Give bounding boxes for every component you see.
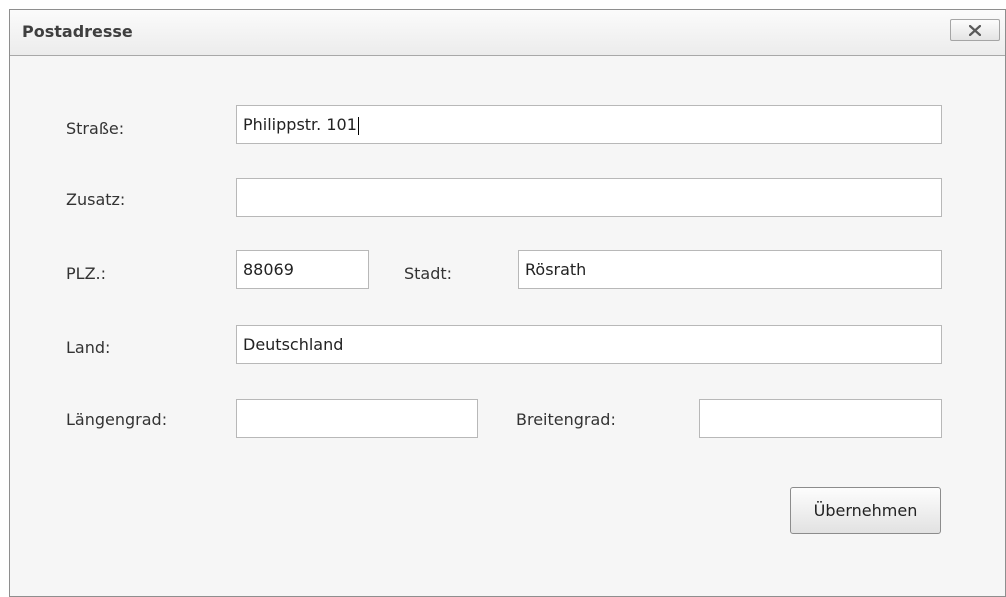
country-input[interactable]: Deutschland — [236, 325, 942, 364]
country-label: Land: — [66, 338, 111, 357]
addition-input[interactable] — [236, 178, 942, 217]
city-label: Stadt: — [404, 264, 453, 283]
close-icon — [969, 25, 981, 36]
latitude-label: Breitengrad: — [516, 410, 616, 429]
postal-code-label: PLZ.: — [66, 264, 106, 283]
city-input[interactable]: Rösrath — [518, 250, 942, 289]
postal-code-value: 88069 — [243, 260, 294, 279]
dialog-title: Postadresse — [22, 22, 133, 41]
addition-label: Zusatz: — [66, 190, 126, 209]
latitude-input[interactable] — [699, 399, 942, 438]
longitude-input[interactable] — [236, 399, 478, 438]
street-label: Straße: — [66, 119, 125, 138]
longitude-label: Längengrad: — [66, 410, 168, 429]
country-value: Deutschland — [243, 335, 344, 354]
street-input[interactable]: Philippstr. 101 — [236, 105, 942, 144]
text-caret — [357, 116, 359, 135]
title-bar[interactable]: Postadresse — [10, 10, 1005, 56]
close-button[interactable] — [950, 19, 1000, 41]
street-value: Philippstr. 101 — [243, 115, 357, 134]
city-value: Rösrath — [525, 260, 587, 279]
address-dialog: Postadresse Straße: Philippstr. 101 Zusa… — [9, 9, 1006, 597]
postal-code-input[interactable]: 88069 — [236, 250, 369, 289]
apply-button[interactable]: Übernehmen — [790, 487, 941, 534]
